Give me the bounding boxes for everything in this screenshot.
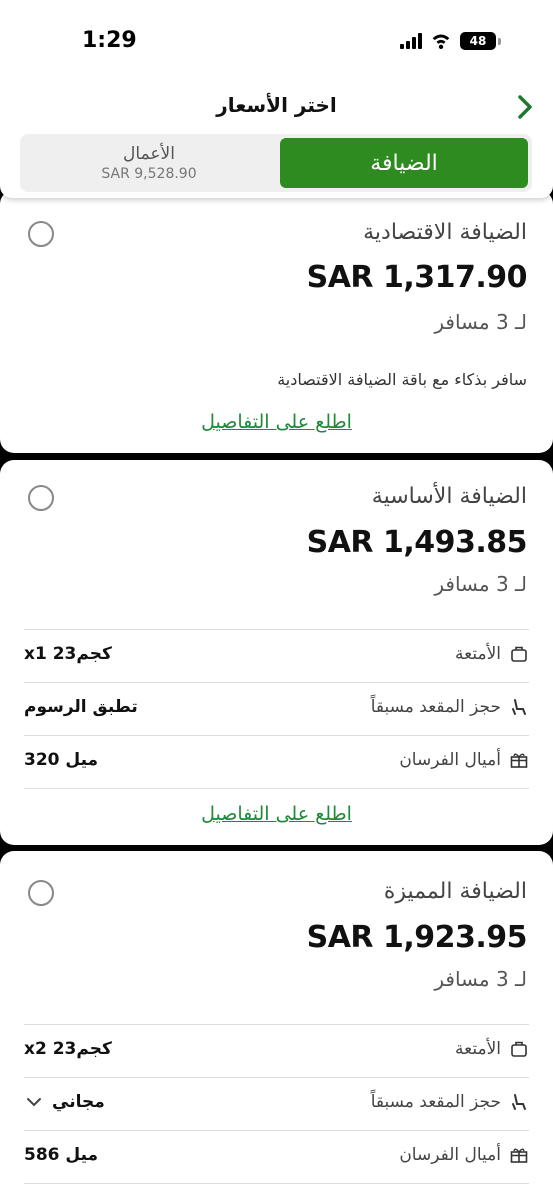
fare-title: الضيافة الأساسية — [371, 484, 527, 509]
feature-row-seat: حجز المقعد مسبقاً تطبق الرسوم — [24, 682, 529, 735]
feature-value: 586 ميل — [24, 1145, 99, 1165]
feature-row-baggage: الأمتعة x2 23كجم — [24, 1024, 529, 1077]
tab-hospitality[interactable]: الضيافة — [280, 138, 528, 188]
fare-passengers: لـ 3 مسافر — [434, 310, 527, 334]
feature-label: أميال الفرسان — [399, 1145, 501, 1165]
feature-value: x1 23كجم — [24, 644, 112, 664]
fare-radio[interactable] — [28, 221, 54, 247]
cabin-segment-control: الأعمال SAR 9,528.90 الضيافة — [20, 134, 532, 192]
feature-label: حجز المقعد مسبقاً — [370, 1092, 501, 1112]
wifi-icon — [432, 34, 450, 49]
status-time: 1:29 — [82, 28, 137, 53]
feature-value: x2 23كجم — [24, 1039, 112, 1059]
feature-label: الأمتعة — [455, 1039, 501, 1059]
tab-business-price: SAR 9,528.90 — [101, 166, 197, 182]
feature-row-baggage: الأمتعة x1 23كجم — [24, 629, 529, 682]
fare-price: SAR 1,317.90 — [306, 260, 528, 295]
fare-price: SAR 1,923.95 — [306, 920, 528, 955]
tab-business-label: الأعمال — [123, 144, 175, 164]
luggage-icon — [511, 646, 527, 662]
signal-icon — [400, 33, 422, 49]
gift-icon — [510, 753, 528, 768]
fare-radio[interactable] — [28, 485, 54, 511]
fare-title: الضيافة الاقتصادية — [363, 220, 527, 245]
battery-icon: 48 — [460, 32, 496, 50]
fare-passengers: لـ 3 مسافر — [434, 572, 527, 596]
feature-value: تطبق الرسوم — [24, 697, 138, 717]
feature-value: 320 ميل — [24, 750, 99, 770]
page-title: اختر الأسعار — [216, 93, 337, 117]
chevron-down-icon[interactable] — [24, 1092, 44, 1112]
header: 1:29 48 اختر الأسعار الأعمال SAR 9,528.9… — [0, 0, 553, 198]
details-link[interactable]: اطلع على التفاصيل — [0, 803, 553, 825]
feature-label: الأمتعة — [455, 644, 501, 664]
feature-row-seat[interactable]: حجز المقعد مسبقاً مجاني — [24, 1077, 529, 1130]
seat-icon — [512, 699, 526, 715]
fare-description: سافر بذكاء مع باقة الضيافة الاقتصادية — [277, 370, 527, 389]
fare-card-premium[interactable]: الضيافة المميزة SAR 1,923.95 لـ 3 مسافر … — [0, 851, 553, 1200]
feature-row-miles: أميال الفرسان 586 ميل — [24, 1130, 529, 1184]
seat-icon — [512, 1094, 526, 1110]
status-icons: 48 — [400, 31, 501, 51]
feature-label: أميال الفرسان — [399, 750, 501, 770]
feature-value: مجاني — [52, 1092, 105, 1112]
fare-card-basic[interactable]: الضيافة الأساسية SAR 1,493.85 لـ 3 مسافر… — [0, 460, 553, 845]
feature-label: حجز المقعد مسبقاً — [370, 697, 501, 717]
fare-title: الضيافة المميزة — [383, 879, 527, 904]
fare-passengers: لـ 3 مسافر — [434, 967, 527, 991]
gift-icon — [510, 1148, 528, 1163]
luggage-icon — [511, 1041, 527, 1057]
fare-price: SAR 1,493.85 — [306, 525, 528, 560]
fare-card-economy[interactable]: الضيافة الاقتصادية SAR 1,317.90 لـ 3 مسا… — [0, 190, 553, 453]
tab-business[interactable]: الأعمال SAR 9,528.90 — [24, 138, 274, 188]
chevron-right-icon[interactable] — [515, 92, 535, 122]
fare-features: الأمتعة x1 23كجم حجز المقعد مسبقاً تطبق … — [24, 629, 529, 789]
fare-radio[interactable] — [28, 880, 54, 906]
details-link[interactable]: اطلع على التفاصيل — [0, 411, 553, 433]
feature-row-miles: أميال الفرسان 320 ميل — [24, 735, 529, 789]
fare-features: الأمتعة x2 23كجم حجز المقعد مسبقاً مجاني… — [24, 1024, 529, 1184]
battery-tip — [498, 37, 501, 45]
